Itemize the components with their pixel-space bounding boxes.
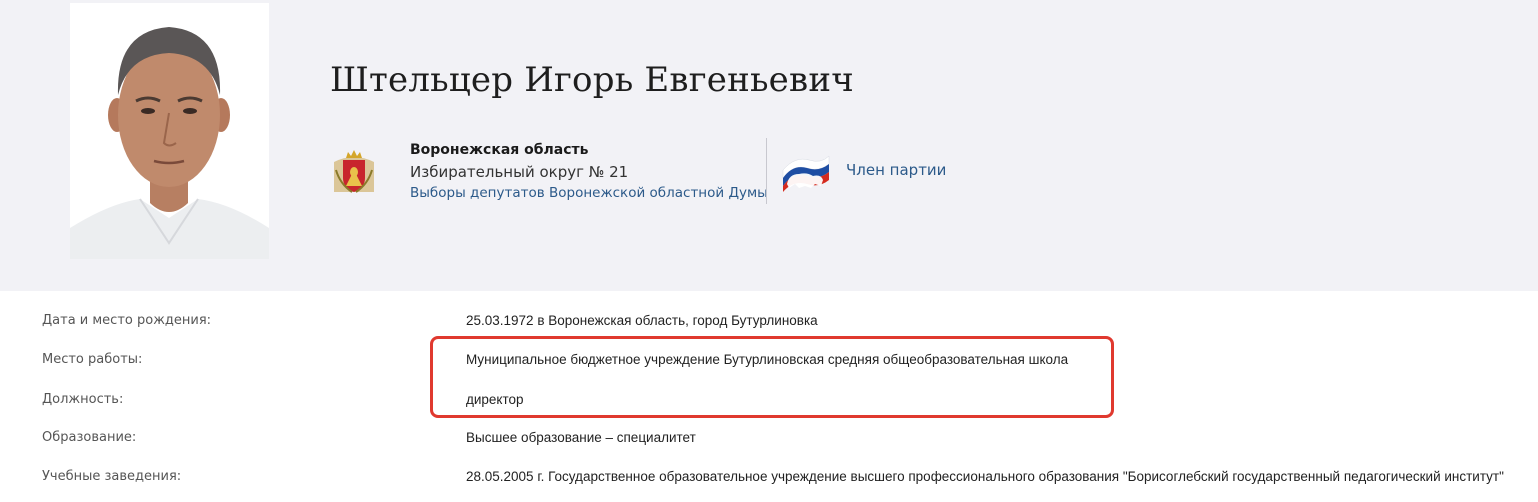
- party-membership-link[interactable]: Член партии: [846, 161, 946, 179]
- region-name: Воронежская область: [410, 142, 589, 158]
- info-label: Должность:: [42, 392, 124, 407]
- info-row-birth: Дата и место рождения: 25.03.1972 в Воро…: [0, 313, 1538, 337]
- candidate-photo: [70, 3, 269, 259]
- highlight-box: [430, 336, 1114, 418]
- election-link[interactable]: Выборы депутатов Воронежской областной Д…: [410, 183, 768, 203]
- info-value: Высшее образование – специалитет: [466, 430, 696, 445]
- info-label: Учебные заведения:: [42, 469, 182, 484]
- election-info: Воронежская область Избирательный округ …: [410, 141, 768, 203]
- header-divider: [766, 138, 767, 204]
- info-label: Место работы:: [42, 352, 143, 367]
- info-label: Дата и место рождения:: [42, 313, 212, 328]
- info-row-education: Образование: Высшее образование – специа…: [0, 430, 1538, 454]
- united-russia-bear-logo-icon: [781, 152, 831, 192]
- info-value: 28.05.2005 г. Государственное образовате…: [466, 469, 1504, 484]
- info-label: Образование:: [42, 430, 137, 445]
- info-row-institutions: Учебные заведения: 28.05.2005 г. Государ…: [0, 469, 1538, 493]
- candidate-header: Штельцер Игорь Евгеньевич Воронежская об…: [0, 0, 1538, 291]
- electoral-district: Избирательный округ № 21: [410, 163, 629, 181]
- voronezh-coat-of-arms-icon: [330, 148, 378, 196]
- candidate-name: Штельцер Игорь Евгеньевич: [330, 60, 854, 100]
- info-value: 25.03.1972 в Воронежская область, город …: [466, 313, 818, 328]
